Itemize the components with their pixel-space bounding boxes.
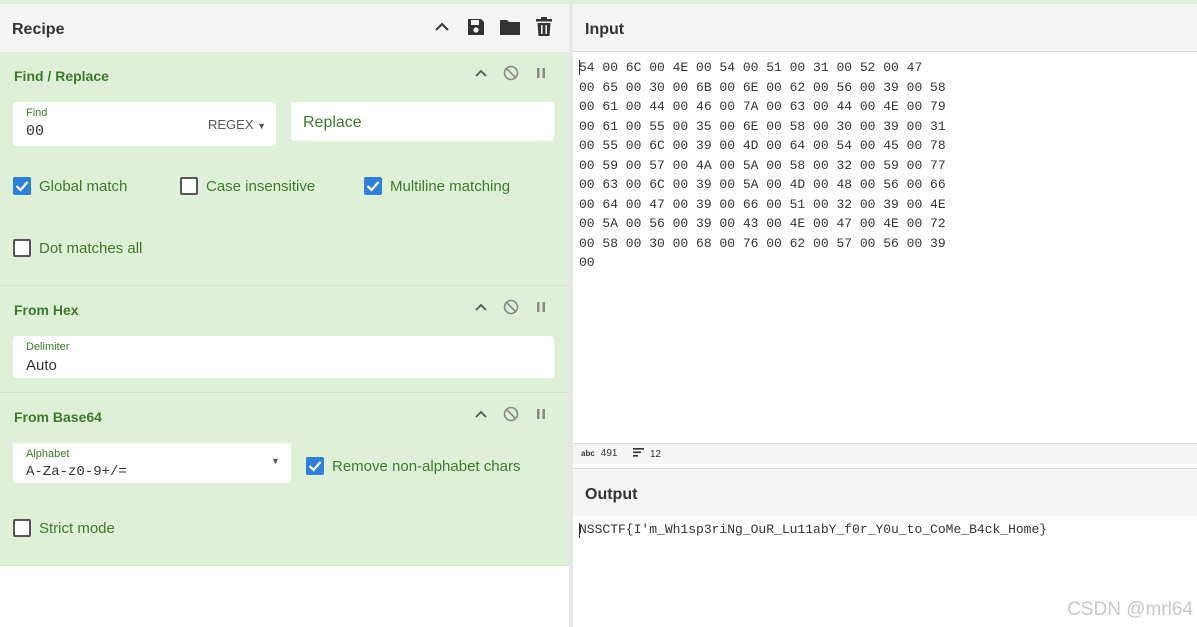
delimiter-value: Auto (26, 357, 57, 374)
remove-non-alphabet-label: Remove non-alphabet chars (332, 457, 521, 475)
global-match-label: Global match (39, 177, 128, 195)
delimiter-field[interactable]: Delimiter Auto (13, 336, 554, 378)
alphabet-label: Alphabet (26, 448, 70, 460)
alphabet-value: A-Za-z0-9+/= (26, 464, 127, 480)
multiline-checkbox[interactable]: Multiline matching (364, 177, 510, 195)
char-count-icon: abc (581, 449, 595, 458)
op-title-from-base64: From Base64 (14, 409, 102, 425)
chevron-up-icon[interactable] (431, 16, 453, 38)
alphabet-select[interactable]: Alphabet A-Za-z0-9+/= ▼ (13, 443, 291, 483)
checkbox-unchecked-icon (180, 177, 198, 195)
output-title: Output (585, 486, 638, 503)
resize-grip-icon[interactable] (1033, 463, 1067, 475)
global-match-checkbox[interactable]: Global match (13, 177, 127, 195)
input-header: Input (573, 4, 1197, 52)
watermark: CSDN @mrl64 (1067, 599, 1193, 620)
disable-icon[interactable] (503, 406, 519, 422)
chevron-up-icon[interactable] (473, 406, 489, 422)
folder-icon[interactable] (499, 16, 521, 38)
input-text: 54 00 6C 00 4E 00 54 00 51 00 31 00 52 0… (579, 60, 946, 270)
char-count: 491 (600, 448, 618, 459)
strict-mode-checkbox[interactable]: Strict mode (13, 519, 115, 537)
line-count-icon (633, 448, 644, 460)
caret-down-icon: ▼ (257, 121, 267, 131)
strict-mode-label: Strict mode (39, 519, 115, 537)
io-pane: Input 54 00 6C 00 4E 00 54 00 51 00 31 0… (573, 4, 1197, 627)
checkbox-checked-icon (13, 177, 31, 195)
pause-icon[interactable] (533, 406, 549, 422)
op-from-hex: From Hex Delimiter Auto (0, 286, 569, 393)
caret-down-icon: ▼ (271, 456, 280, 466)
dot-matches-all-label: Dot matches all (39, 239, 143, 257)
op-title-find-replace: Find / Replace (14, 68, 109, 84)
op-find-replace: Find / Replace Find 00 REGEX ▼ Replace G… (0, 52, 569, 286)
output-header: Output (573, 468, 1197, 517)
chevron-up-icon[interactable] (473, 299, 489, 315)
case-insensitive-label: Case insensitive (206, 177, 316, 195)
chevron-up-icon[interactable] (473, 65, 489, 81)
input-textarea[interactable]: 54 00 6C 00 4E 00 54 00 51 00 31 00 52 0… (573, 52, 1197, 442)
replace-placeholder: Replace (303, 114, 362, 131)
find-label: Find (26, 107, 48, 119)
checkbox-checked-icon (306, 457, 324, 475)
save-icon[interactable] (465, 16, 487, 38)
recipe-pane: Recipe Find / Replace Find 00 REGEX ▼ Re… (0, 4, 569, 627)
find-field[interactable]: Find 00 REGEX ▼ (13, 102, 276, 146)
checkbox-unchecked-icon (13, 519, 31, 537)
checkbox-unchecked-icon (13, 239, 31, 257)
checkbox-checked-icon (364, 177, 382, 195)
multiline-label: Multiline matching (390, 177, 511, 195)
find-mode-dropdown[interactable]: REGEX ▼ (208, 117, 266, 132)
line-count: 12 (650, 448, 662, 460)
remove-non-alphabet-checkbox[interactable]: Remove non-alphabet chars (306, 457, 520, 475)
input-title: Input (585, 21, 625, 38)
delimiter-label: Delimiter (26, 341, 70, 353)
op-from-base64: From Base64 Alphabet A-Za-z0-9+/= ▼ Remo… (0, 393, 569, 566)
find-value: 00 (26, 123, 45, 140)
trash-icon[interactable] (533, 16, 555, 38)
replace-field[interactable]: Replace (291, 102, 554, 141)
recipe-title: Recipe (12, 21, 65, 38)
op-title-from-hex: From Hex (14, 302, 79, 318)
disable-icon[interactable] (503, 65, 519, 81)
dot-matches-all-checkbox[interactable]: Dot matches all (13, 239, 142, 257)
case-insensitive-checkbox[interactable]: Case insensitive (180, 177, 315, 195)
pause-icon[interactable] (533, 299, 549, 315)
recipe-header: Recipe (0, 4, 569, 53)
pause-icon[interactable] (533, 65, 549, 81)
input-status-bar: abc 491 12 (573, 443, 1197, 464)
output-text: NSSCTF{I'm_Wh1sp3riNg_OuR_Lu11abY_f0r_Y0… (579, 522, 1048, 537)
disable-icon[interactable] (503, 299, 519, 315)
